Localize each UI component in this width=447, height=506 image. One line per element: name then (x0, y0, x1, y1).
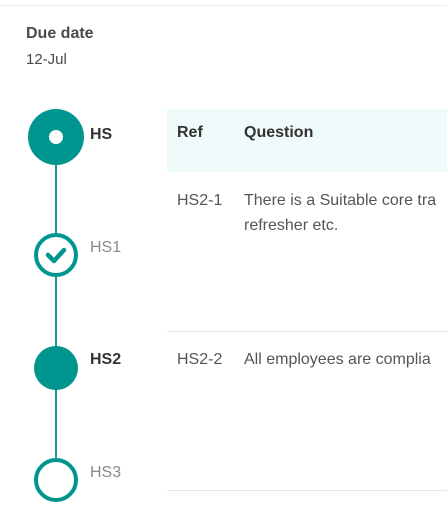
row-ref: HS2-1 (177, 192, 223, 209)
step-label-hs1[interactable]: HS1 (90, 239, 121, 257)
step-node-hs[interactable] (28, 109, 84, 165)
questions-table: Ref Question HS2-1 There is a Suitable c… (167, 109, 447, 506)
due-date-label: Due date (26, 25, 94, 42)
column-header-ref: Ref (177, 124, 203, 141)
column-header-question: Question (244, 124, 314, 141)
table-header: Ref Question (167, 109, 447, 172)
timeline-connector (55, 138, 57, 480)
top-divider (0, 5, 447, 6)
step-label-hs3[interactable]: HS3 (90, 464, 121, 482)
row-question: There is a Suitable core tra refresher e… (244, 188, 447, 238)
row-question-line: refresher etc. (244, 217, 339, 234)
step-node-hs3[interactable] (34, 458, 78, 502)
due-date-value: 12-Jul (26, 51, 67, 68)
dot-icon (49, 130, 63, 144)
step-node-hs2[interactable] (34, 346, 78, 390)
row-question: All employees are complia (244, 351, 431, 368)
row-divider (167, 490, 447, 491)
row-ref: HS2-2 (177, 351, 223, 368)
step-label-hs2[interactable]: HS2 (90, 351, 121, 369)
row-divider (167, 331, 447, 332)
check-icon (45, 247, 67, 264)
step-node-hs1[interactable] (34, 233, 78, 277)
row-question-line: There is a Suitable core tra (244, 192, 437, 209)
step-label-hs[interactable]: HS (90, 126, 112, 144)
